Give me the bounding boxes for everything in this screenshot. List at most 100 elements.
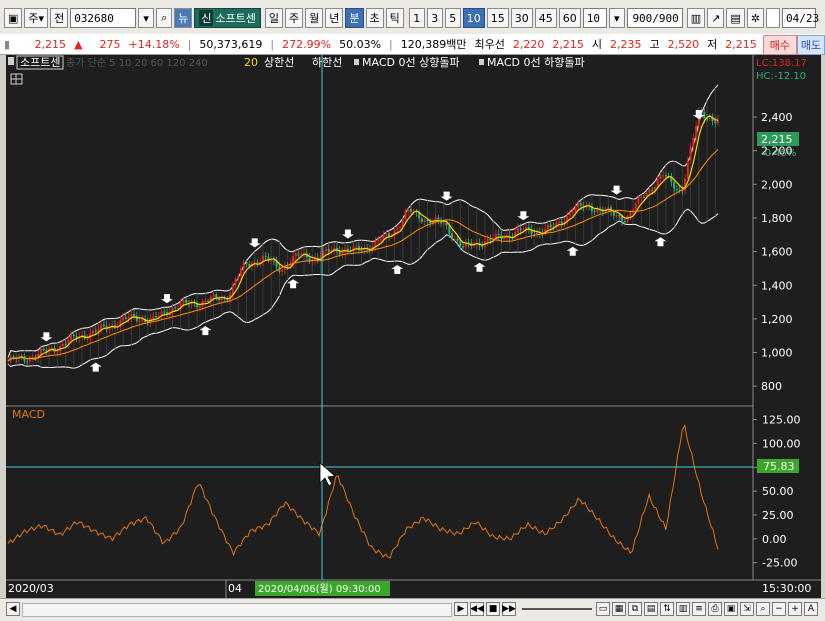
interval-30-button[interactable]: 30 [510,8,533,28]
candle-body [420,218,423,222]
count-display[interactable]: 900/900 [626,8,683,28]
current-price-tag: 2,215 [761,133,793,146]
prev-button[interactable]: 전 [50,8,69,28]
interval-60-button[interactable]: 60 [558,8,581,28]
play-button[interactable]: ▶ [454,602,468,616]
print-icon[interactable]: ⎙ [708,602,722,616]
chart-area[interactable]: 소프트센 종가 단순 5 10 20 60 120 240 20 상한선 하한선… [6,55,821,598]
chart-scrollbar: ◀ ▶ ◀◀ ■ ▶▶ ▭ ▦ ⧉ ▤ ⇅ ▥ ≡ ⎙ ▣ ⇲ ⌕ − + A [0,598,825,621]
legend-bb-upper: 상한선 [264,56,294,69]
copy-icon[interactable]: ⧉ [628,602,642,616]
candle-body [612,211,615,216]
price-axis-label: 1,200 [761,313,793,326]
zoom-fit-icon[interactable]: ▭ [596,602,610,616]
export-icon[interactable]: ⇲ [740,602,754,616]
grid-icon[interactable]: ▤ [644,602,658,616]
speed-slider[interactable] [522,608,592,610]
interval-3-button[interactable]: 3 [426,8,443,28]
candle-body [272,260,275,262]
x-axis-label-mid: 04 [228,582,242,595]
candle-body [640,196,643,198]
image-icon[interactable]: ▣ [724,602,738,616]
period-month-button[interactable]: 월 [305,8,324,28]
period-week-button[interactable]: 주 [285,8,304,28]
compare-icon[interactable]: ⇅ [660,602,674,616]
interval-dropdown-button[interactable]: ▾ [608,8,625,28]
stock-code-input[interactable]: 032680 [70,8,137,28]
candle-body [91,330,94,334]
rewind-button[interactable]: ◀◀ [470,602,484,616]
fast-forward-button[interactable]: ▶▶ [502,602,516,616]
interval-1-button[interactable]: 1 [408,8,425,28]
candle-body [642,196,645,198]
scroll-track[interactable] [22,603,452,617]
indicator-list-icon[interactable]: ≡ [692,602,706,616]
buy-button[interactable]: 매수 [762,35,797,55]
candle-body [26,361,29,363]
settings-gear-icon[interactable]: ✲ [746,8,765,28]
date-input[interactable]: 04/23 [782,8,819,28]
price-axis-label: 1,400 [761,279,793,292]
candle-body [695,125,698,138]
candle-body [122,317,125,321]
period-year-button[interactable]: 년 [325,8,344,28]
candle-body [100,324,103,329]
interval-45-button[interactable]: 45 [534,8,557,28]
period-second-button[interactable]: 초 [365,8,384,28]
layout-icon[interactable]: ▦ [612,602,626,616]
macd-axis-label: -25.00 [762,557,797,570]
candle-body [558,221,561,223]
high-label: 고 [649,38,660,51]
stock-name-display[interactable]: 신 소프트센 [194,8,261,28]
period-day-button[interactable]: 일 [264,8,284,28]
save-icon[interactable]: ▤ [726,8,745,28]
candle-body [547,224,550,229]
candle-body [42,348,45,350]
chart-canvas[interactable]: 소프트센 종가 단순 5 10 20 60 120 240 20 상한선 하한선… [6,55,821,598]
zoom-in-button[interactable]: + [788,602,802,616]
lc-label: LC:138.17 [756,58,807,69]
candle-body [456,238,459,241]
period-tick-button[interactable]: 틱 [385,8,404,28]
font-size-button[interactable]: A [804,602,818,616]
search-icon[interactable]: ⌕ [156,8,173,28]
interval-5-button[interactable]: 5 [444,8,461,28]
news-button[interactable]: 뉴 [174,8,193,28]
scroll-left-button[interactable]: ◀ [6,602,20,616]
candle-body [686,160,689,178]
date-checkbox[interactable] [766,8,781,28]
candle-body [708,117,711,119]
zoom-out-button[interactable]: − [772,602,786,616]
candle-body [503,238,506,240]
candle-body [355,246,358,248]
window-menu-icon[interactable]: ▣ [4,8,23,28]
candle-body [382,234,385,240]
drawing-icon[interactable]: ↗ [707,8,725,28]
interval-15-button[interactable]: 15 [486,8,509,28]
period-minute-button[interactable]: 분 [345,8,364,28]
interval-select[interactable]: 10 [582,8,607,28]
candle-body [204,300,207,302]
candle-body [629,211,632,217]
macd-pane-label: MACD [12,408,45,421]
hc-label: HC:-12.10 [756,71,806,82]
sell-button[interactable]: 매도 [797,35,825,55]
period-type-select[interactable]: 주 ▾ [24,8,49,28]
stop-button[interactable]: ■ [486,602,500,616]
macd-axis-label: 25.00 [762,509,794,522]
candle-body [61,343,64,346]
low-label: 저 [707,38,718,51]
interval-10-button[interactable]: 10 [462,8,485,28]
candle-body [324,249,327,251]
candle-body [442,222,445,224]
magnifier-icon[interactable]: ⌕ [756,602,770,616]
candle-body [615,215,618,217]
legend-square-icon [354,59,359,65]
code-dropdown-button[interactable]: ▾ [138,8,155,28]
chart-type-icon[interactable]: ▥ [676,602,690,616]
candle-body [300,254,303,256]
candle-body [568,213,571,216]
candle-body [664,175,667,177]
indicator-icon[interactable]: ▥ [686,8,706,28]
candle-body [86,338,89,340]
